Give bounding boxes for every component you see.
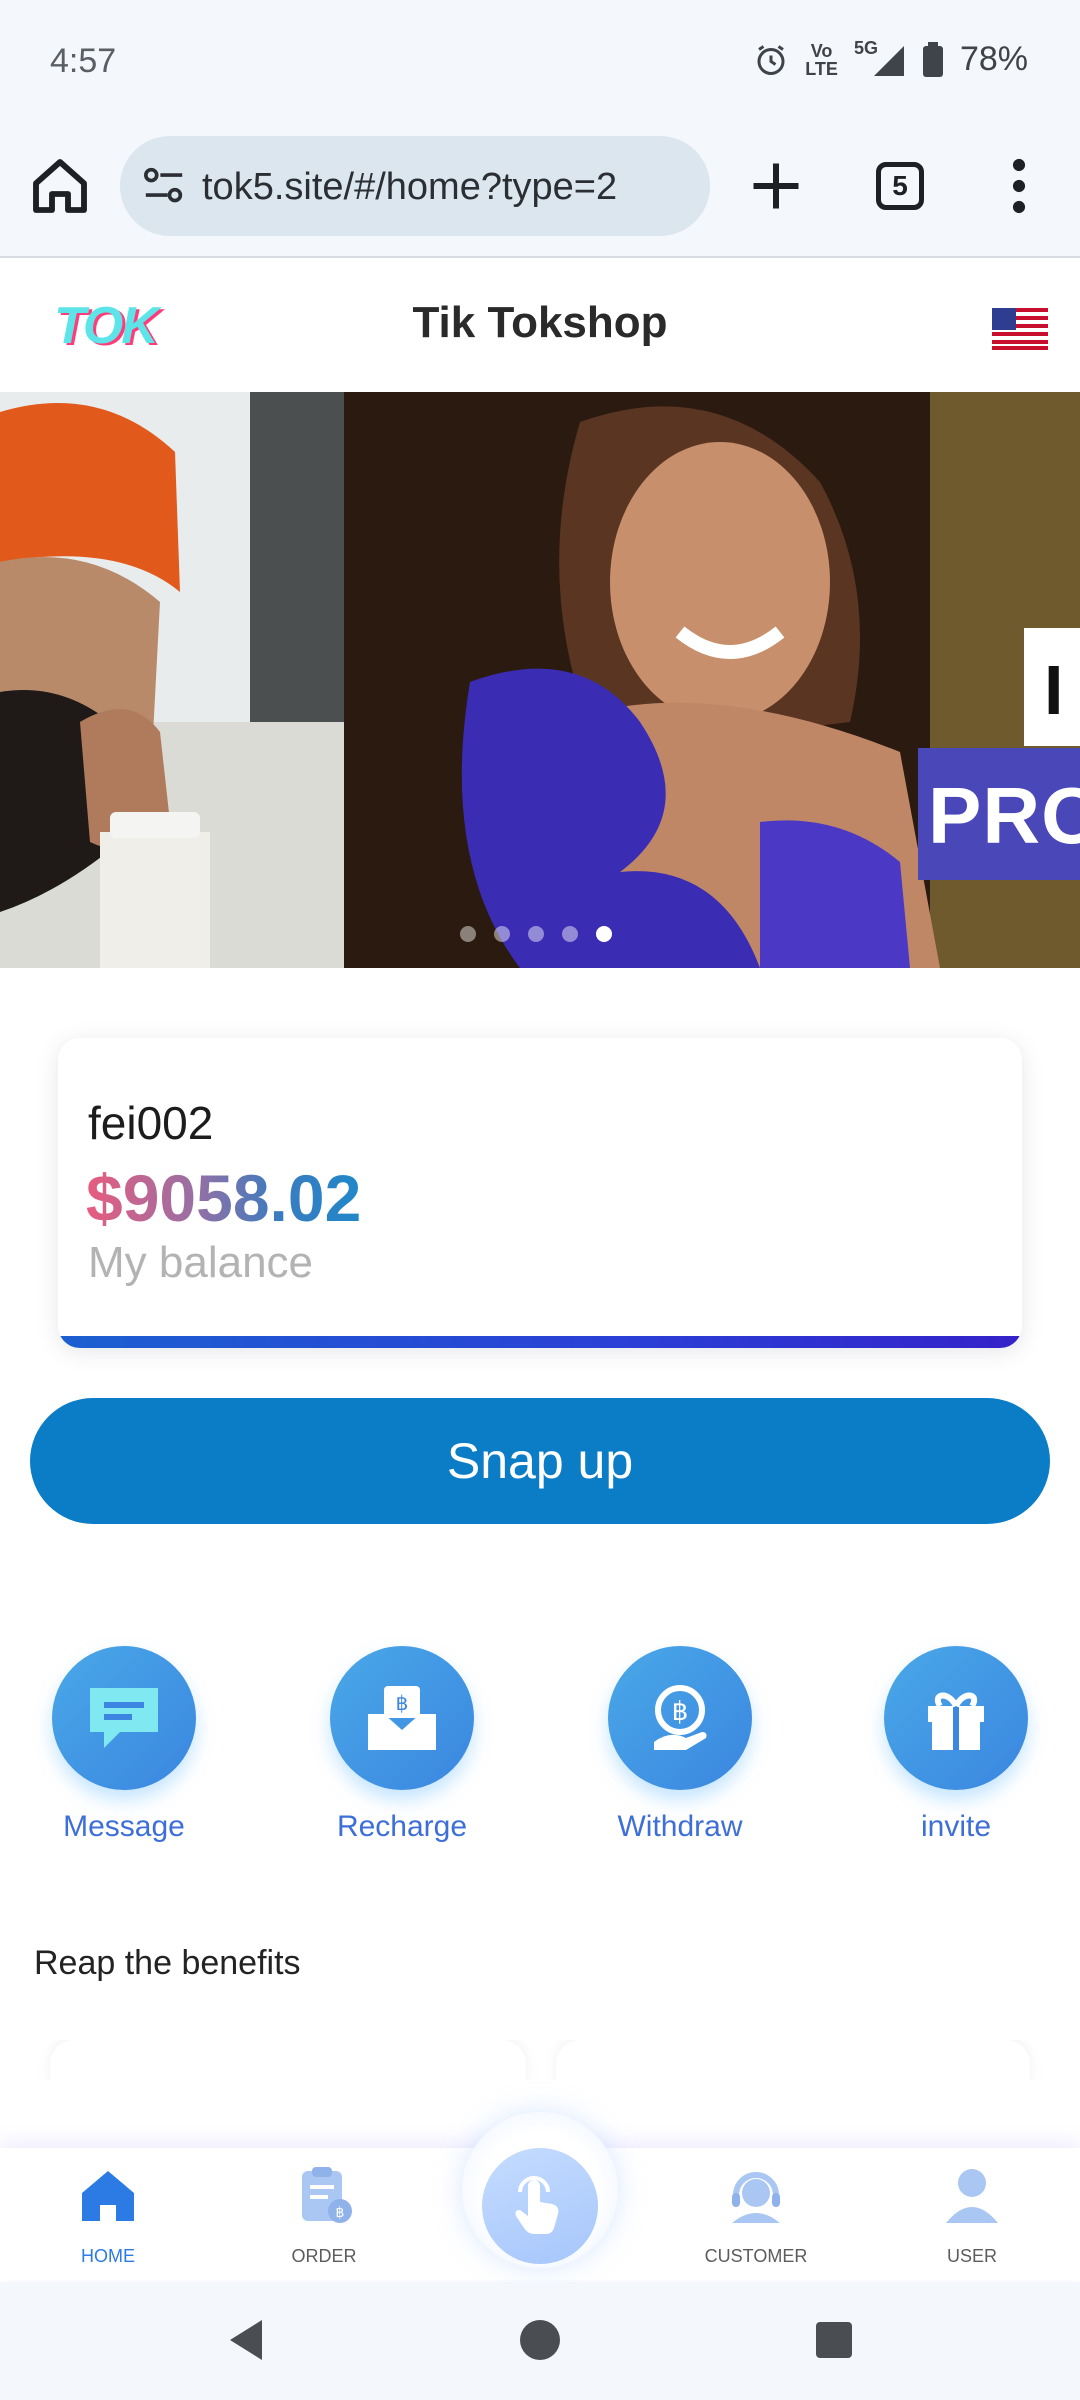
balance-label: My balance xyxy=(88,1238,314,1287)
battery-icon xyxy=(922,41,943,77)
url-text: tok5.site/#/home?type=2 xyxy=(202,166,618,208)
action-label: Withdraw xyxy=(617,1810,743,1843)
signal-icon: 5G xyxy=(854,38,906,78)
alarm-icon xyxy=(757,44,785,75)
svg-text:฿: ฿ xyxy=(672,1697,689,1727)
back-icon[interactable] xyxy=(226,2318,266,2362)
browser-toolbar: tok5.site/#/home?type=2 5 xyxy=(0,128,1080,258)
benefit-card[interactable] xyxy=(50,2040,526,2080)
nav-customer[interactable]: CUSTOMER xyxy=(676,2148,836,2280)
quick-actions: Message ฿ Recharge ฿ Withdraw invite xyxy=(0,1646,1080,1856)
banner-tag-text: I xyxy=(1044,651,1064,729)
svg-text:฿: ฿ xyxy=(336,2205,345,2221)
carousel-indicators xyxy=(460,926,612,942)
us-flag-icon[interactable] xyxy=(992,308,1048,350)
status-time: 4:57 xyxy=(50,42,117,80)
action-message[interactable]: Message xyxy=(24,1646,224,1856)
app-header: TOK Tik Tokshop xyxy=(0,258,1080,392)
action-withdraw[interactable]: ฿ Withdraw xyxy=(580,1646,780,1856)
user-icon xyxy=(946,2169,998,2223)
more-menu-icon[interactable] xyxy=(1004,158,1034,214)
action-label: invite xyxy=(920,1810,992,1843)
gift-icon xyxy=(928,1692,984,1750)
message-icon xyxy=(90,1688,158,1748)
recharge-icon: ฿ xyxy=(368,1686,436,1750)
balance-amount: $9058.02 xyxy=(86,1161,362,1235)
carousel-dot[interactable] xyxy=(528,926,544,942)
system-navigation-bar xyxy=(0,2282,1080,2400)
card-accent-line xyxy=(58,1336,1022,1348)
home-icon xyxy=(82,2171,134,2221)
new-tab-icon[interactable] xyxy=(746,156,806,216)
battery-percent: 78% xyxy=(959,40,1028,78)
carousel-dot[interactable] xyxy=(460,926,476,942)
customer-service-icon xyxy=(732,2172,780,2223)
page-title: Tik Tokshop xyxy=(412,298,668,347)
section-title: Reap the benefits xyxy=(34,1944,301,1982)
tab-switcher-button[interactable]: 5 xyxy=(876,162,924,210)
action-label: Message xyxy=(63,1810,185,1843)
status-icons: Vo LTE 5G 78% xyxy=(753,38,1028,79)
carousel-dot-active[interactable] xyxy=(596,926,612,942)
site-settings-icon[interactable] xyxy=(142,166,186,206)
promo-banner-carousel[interactable]: I PRO xyxy=(0,392,1080,968)
status-bar: 4:57 Vo LTE 5G 78% xyxy=(0,0,1080,128)
snap-up-button[interactable]: Snap up xyxy=(30,1398,1050,1524)
banner-image xyxy=(0,392,1080,968)
carousel-dot[interactable] xyxy=(494,926,510,942)
svg-text:฿: ฿ xyxy=(396,1691,409,1715)
nav-home[interactable]: HOME xyxy=(28,2148,188,2280)
action-label: Recharge xyxy=(336,1810,468,1843)
home-icon[interactable] xyxy=(28,154,92,218)
recents-icon[interactable] xyxy=(814,2320,854,2360)
action-recharge[interactable]: ฿ Recharge xyxy=(302,1646,502,1856)
grab-order-button[interactable] xyxy=(482,2148,598,2264)
benefit-cards xyxy=(0,2040,1080,2080)
promo-badge-text: PRO xyxy=(928,771,1080,860)
benefit-card[interactable] xyxy=(556,2040,1030,2080)
nav-order[interactable]: ฿ ORDER xyxy=(244,2148,404,2280)
tap-hand-icon xyxy=(515,2176,559,2234)
withdraw-icon: ฿ xyxy=(654,1685,707,1750)
address-bar[interactable]: tok5.site/#/home?type=2 xyxy=(120,136,710,236)
action-invite[interactable]: invite xyxy=(856,1646,1056,1856)
volte-indicator: Vo LTE xyxy=(805,40,838,79)
order-icon: ฿ xyxy=(302,2167,352,2223)
balance-card: fei002 $9058.02 My balance xyxy=(58,1038,1022,1348)
carousel-dot[interactable] xyxy=(562,926,578,942)
home-circle-icon[interactable] xyxy=(518,2318,562,2362)
username: fei002 xyxy=(88,1097,214,1149)
nav-user[interactable]: USER xyxy=(892,2148,1052,2280)
